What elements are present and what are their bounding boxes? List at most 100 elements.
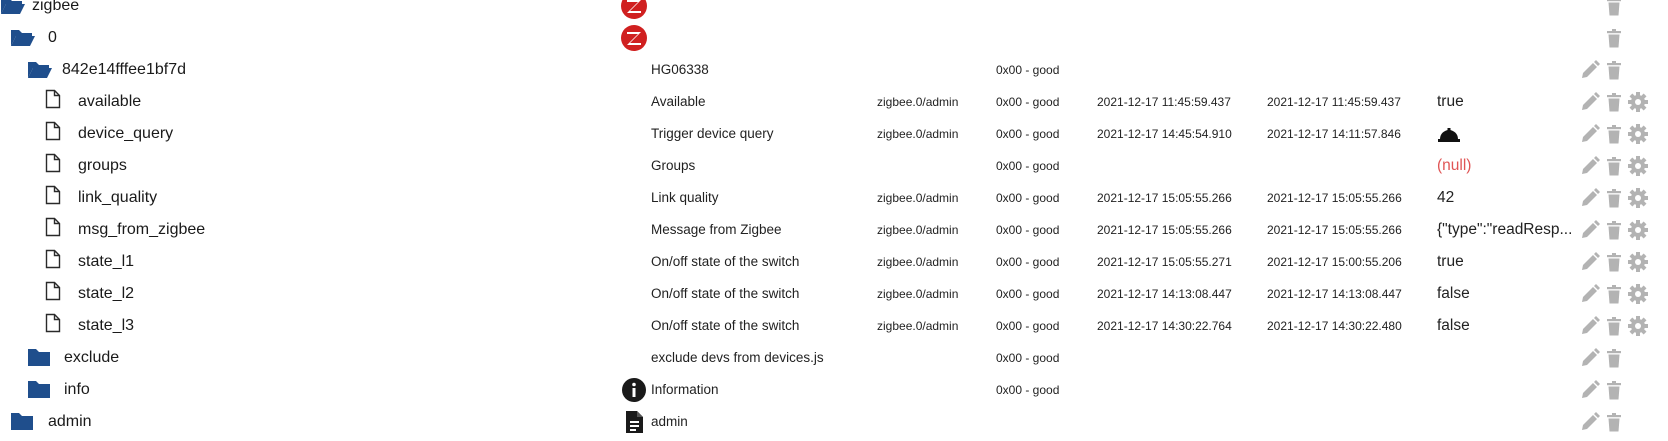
object-name[interactable]: state_l1 [78,246,134,278]
folder-icon[interactable] [10,410,34,432]
state-value[interactable]: false [1437,310,1575,342]
object-name[interactable]: link_quality [78,182,157,214]
tree-row[interactable]: info Information 0x00 - good [0,374,1668,406]
file-icon[interactable] [45,217,61,242]
tree-row[interactable]: msg_from_zigbee Message from Zigbee zigbee… [0,214,1668,246]
edit-pencil-icon[interactable] [1579,379,1601,401]
object-name[interactable]: 842e14fffee1bf7d [62,54,186,86]
object-name[interactable]: available [78,86,141,118]
file-icon[interactable] [45,281,61,306]
edit-pencil-icon[interactable] [1579,187,1601,209]
settings-gear-icon[interactable] [1627,251,1649,273]
object-name[interactable]: zigbee [32,0,79,22]
tree-row[interactable]: 0 [0,22,1668,54]
tree-row[interactable]: device_query Trigger device query zigbee.0… [0,118,1668,150]
delete-trash-icon[interactable] [1603,251,1625,273]
edit-pencil-icon[interactable] [1579,283,1601,305]
edit-pencil-icon[interactable] [1579,315,1601,337]
quality-status: 0x00 - good [996,191,1060,205]
edit-pencil-icon[interactable] [1579,91,1601,113]
state-value[interactable]: true [1437,246,1575,278]
delete-trash-icon[interactable] [1603,123,1625,145]
last-changed: 2021-12-17 14:30:22.480 [1267,319,1402,333]
edit-pencil-icon[interactable] [1579,155,1601,177]
state-value[interactable]: true [1437,86,1575,118]
settings-gear-icon[interactable] [1627,155,1649,177]
file-icon[interactable] [45,249,61,274]
delete-trash-icon[interactable] [1603,219,1625,241]
file-icon[interactable] [45,121,61,146]
delete-trash-icon[interactable] [1603,411,1625,433]
delete-trash-icon[interactable] [1603,347,1625,369]
folder-icon[interactable] [27,346,51,368]
state-value[interactable]: false [1437,278,1575,310]
object-name[interactable]: device_query [78,118,173,150]
tree-row[interactable]: zigbee [0,0,1668,22]
last-changed: 2021-12-17 15:05:55.266 [1267,191,1402,205]
settings-gear-icon[interactable] [1627,283,1649,305]
last-changed: 2021-12-17 11:45:59.437 [1267,95,1401,109]
file-icon[interactable] [45,89,61,114]
folder-icon[interactable] [27,378,51,400]
edit-pencil-icon[interactable] [1579,347,1601,369]
state-value[interactable]: (null) [1437,150,1575,182]
state-value[interactable]: {"type":"readResp... [1437,214,1575,246]
tree-row[interactable]: groups Groups 0x00 - good (null) [0,150,1668,182]
tree-row[interactable]: state_l1 On/off state of the switch zigbee… [0,246,1668,278]
object-description: HG06338 [651,62,709,77]
tree-row[interactable]: exclude exclude devs from devices.js 0x00 … [0,342,1668,374]
settings-gear-icon[interactable] [1627,187,1649,209]
tree-row[interactable]: available Available zigbee.0/admin 0x00 - g… [0,86,1668,118]
bell-button-icon[interactable] [1437,125,1461,143]
edit-pencil-icon[interactable] [1579,411,1601,433]
delete-trash-icon[interactable] [1603,91,1625,113]
tree-row[interactable]: admin admin [0,406,1668,438]
delete-trash-icon[interactable] [1603,27,1625,49]
object-description: Available [651,94,706,109]
edit-pencil-icon[interactable] [1579,59,1601,81]
object-name[interactable]: admin [48,406,92,438]
info-icon [620,376,648,404]
ack-from: zigbee.0/admin [877,127,959,141]
file-icon[interactable] [45,153,61,178]
settings-gear-icon[interactable] [1627,91,1649,113]
edit-pencil-icon[interactable] [1579,123,1601,145]
edit-pencil-icon[interactable] [1579,251,1601,273]
object-description: Link quality [651,190,719,205]
object-name[interactable]: msg_from_zigbee [78,214,205,246]
object-name[interactable]: state_l3 [78,310,134,342]
object-name[interactable]: exclude [64,342,119,374]
object-description: Message from Zigbee [651,222,782,237]
tree-row[interactable]: state_l3 On/off state of the switch zigbee… [0,310,1668,342]
folder-open-icon[interactable] [10,25,36,49]
delete-trash-icon[interactable] [1603,315,1625,337]
folder-open-icon[interactable] [0,0,26,17]
settings-gear-icon[interactable] [1627,315,1649,337]
folder-open-icon[interactable] [27,57,53,81]
delete-trash-icon[interactable] [1603,379,1625,401]
settings-gear-icon[interactable] [1627,219,1649,241]
state-value[interactable]: 42 [1437,182,1575,214]
document-icon [620,408,648,436]
object-name[interactable]: state_l2 [78,278,134,310]
edit-pencil-icon[interactable] [1579,219,1601,241]
object-description: Information [651,382,719,397]
object-name[interactable]: info [64,374,90,406]
file-icon[interactable] [45,185,61,210]
object-name[interactable]: 0 [48,22,57,54]
object-name[interactable]: groups [78,150,127,182]
delete-trash-icon[interactable] [1603,59,1625,81]
tree-row[interactable]: link_quality Link quality zigbee.0/admin 0x… [0,182,1668,214]
tree-row[interactable]: state_l2 On/off state of the switch zigbee… [0,278,1668,310]
timestamp: 2021-12-17 15:05:55.266 [1097,223,1232,237]
delete-trash-icon[interactable] [1603,187,1625,209]
file-icon[interactable] [45,313,61,338]
delete-trash-icon[interactable] [1603,155,1625,177]
delete-trash-icon[interactable] [1603,283,1625,305]
delete-trash-icon[interactable] [1603,0,1625,17]
object-description: Groups [651,158,696,173]
zigbee-logo-icon [620,24,648,52]
settings-gear-icon[interactable] [1627,123,1649,145]
tree-row[interactable]: 842e14fffee1bf7d HG06338 0x00 - good [0,54,1668,86]
quality-status: 0x00 - good [996,63,1060,77]
